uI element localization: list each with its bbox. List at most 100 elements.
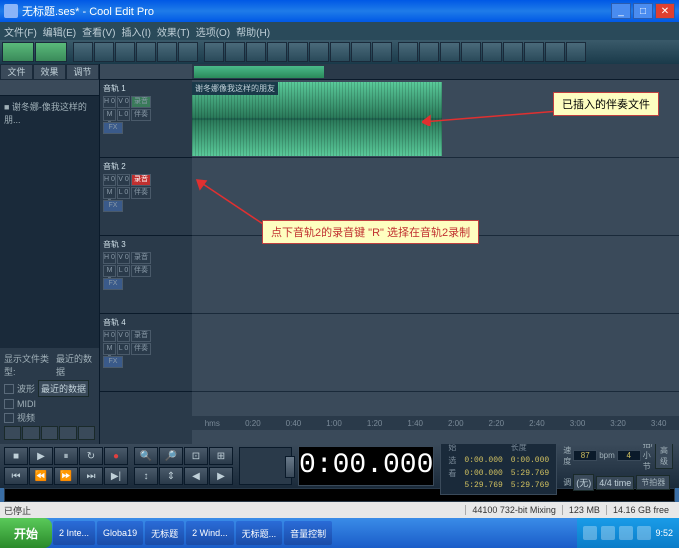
track3-fx[interactable]: FX <box>103 278 123 290</box>
tool-7-icon[interactable] <box>204 42 224 62</box>
track1-out[interactable]: 伴奏 <box>131 109 151 121</box>
play-to-end-button[interactable]: ▶| <box>104 467 128 485</box>
menu-view[interactable]: 查看(V) <box>82 24 115 39</box>
tab-favorites[interactable]: 调节 <box>66 64 99 80</box>
maximize-button[interactable]: □ <box>633 3 653 19</box>
chk-video[interactable] <box>4 413 14 423</box>
tool-12-icon[interactable] <box>309 42 329 62</box>
tool-22-icon[interactable] <box>524 42 544 62</box>
file-item[interactable]: ■ 谢冬娜-像我这样的朋... <box>2 98 97 128</box>
rewind-button[interactable]: ⏪ <box>29 467 53 485</box>
track4-h[interactable]: H 0 <box>103 330 116 342</box>
tool-21-icon[interactable] <box>503 42 523 62</box>
bpm-input[interactable] <box>573 450 597 461</box>
recent-select[interactable]: 最近的数据 <box>38 380 89 397</box>
track4-m[interactable]: M 0 <box>103 343 116 355</box>
tool-save-icon[interactable] <box>115 42 135 62</box>
tool-copy-icon[interactable] <box>136 42 156 62</box>
tool-9-icon[interactable] <box>246 42 266 62</box>
track3-h[interactable]: H 0 <box>103 252 116 264</box>
master-volume-slider[interactable] <box>239 447 292 485</box>
tool-23-icon[interactable] <box>545 42 565 62</box>
track-4-wave[interactable] <box>192 314 679 392</box>
tray-icon[interactable] <box>583 526 597 540</box>
tool-14-icon[interactable] <box>351 42 371 62</box>
tool-13-icon[interactable] <box>330 42 350 62</box>
track1-l[interactable]: L 0 <box>117 109 130 121</box>
zoom-out-v-button[interactable]: ⇕ <box>159 467 183 485</box>
tool-20-icon[interactable] <box>482 42 502 62</box>
key-select[interactable]: (无) <box>573 474 594 491</box>
track3-m[interactable]: M 0 <box>103 265 116 277</box>
mode-edit-button[interactable] <box>2 42 34 62</box>
metronome-button[interactable]: 节拍器 <box>636 475 670 490</box>
track2-v[interactable]: V 0 <box>117 174 130 186</box>
beat-input[interactable] <box>617 450 641 461</box>
tool-10-icon[interactable] <box>267 42 287 62</box>
mode-multitrack-button[interactable] <box>35 42 67 62</box>
minimize-button[interactable]: _ <box>611 3 631 19</box>
track1-h[interactable]: H 0 <box>103 96 116 108</box>
task-item-4[interactable]: 2 Wind... <box>186 521 234 545</box>
tool-19-icon[interactable] <box>461 42 481 62</box>
nav-2[interactable] <box>22 426 39 440</box>
pause-button[interactable]: ⏸ <box>54 447 78 465</box>
tool-11-icon[interactable] <box>288 42 308 62</box>
menu-insert[interactable]: 插入(I) <box>121 24 150 39</box>
go-start-button[interactable]: ⏮ <box>4 467 28 485</box>
track4-out[interactable]: 伴奏 <box>131 343 151 355</box>
track2-l[interactable]: L 0 <box>117 187 130 199</box>
menu-edit[interactable]: 编辑(E) <box>43 24 76 39</box>
track2-rec-button[interactable]: 录音 <box>131 174 151 186</box>
tool-8-icon[interactable] <box>225 42 245 62</box>
task-item-1[interactable]: 2 Inte... <box>53 521 95 545</box>
track4-fx[interactable]: FX <box>103 356 123 368</box>
task-item-2[interactable]: Globa19 <box>97 521 143 545</box>
tray-icon[interactable] <box>601 526 615 540</box>
play-loop-button[interactable]: ↻ <box>79 447 103 465</box>
track3-v[interactable]: V 0 <box>117 252 130 264</box>
track2-out[interactable]: 伴奏 <box>131 187 151 199</box>
track3-out[interactable]: 伴奏 <box>131 265 151 277</box>
track2-h[interactable]: H 0 <box>103 174 116 186</box>
track3-l[interactable]: L 0 <box>117 265 130 277</box>
waveform-area[interactable]: 谢冬娜像我这样的朋友 已插入的伴奏文件 点下音轨2的录音键 "R" 选择在音轨2… <box>192 64 679 444</box>
play-button[interactable]: ▶ <box>29 447 53 465</box>
track1-v[interactable]: V 0 <box>117 96 130 108</box>
tool-open-icon[interactable] <box>94 42 114 62</box>
track1-fx[interactable]: FX <box>103 122 123 134</box>
stop-button[interactable]: ■ <box>4 447 28 465</box>
sig-select[interactable]: 4/4 time <box>596 476 634 490</box>
forward-button[interactable]: ⏩ <box>54 467 78 485</box>
menu-effects[interactable]: 效果(T) <box>157 24 190 39</box>
tray-icon[interactable] <box>637 526 651 540</box>
task-item-6[interactable]: 音量控制 <box>284 521 332 545</box>
menu-options[interactable]: 选项(O) <box>196 24 230 39</box>
nav-1[interactable] <box>4 426 21 440</box>
track1-rec-button[interactable]: 录音 <box>131 96 151 108</box>
time-ruler[interactable]: hms0:200:401:001:201:402:002:202:403:003… <box>192 416 679 430</box>
chk-midi[interactable] <box>4 399 14 409</box>
zoom-in-v-button[interactable]: ↕ <box>134 467 158 485</box>
task-item-5[interactable]: 无标题... <box>236 521 283 545</box>
track2-fx[interactable]: FX <box>103 200 123 212</box>
zoom-left-button[interactable]: ◀ <box>184 467 208 485</box>
tool-new-icon[interactable] <box>73 42 93 62</box>
close-button[interactable]: ✕ <box>655 3 675 19</box>
menu-file[interactable]: 文件(F) <box>4 24 37 39</box>
advanced-button[interactable]: 高级 <box>655 443 673 469</box>
chk-wave[interactable] <box>4 384 14 394</box>
record-button[interactable]: ● <box>104 447 128 465</box>
track-3-wave[interactable] <box>192 236 679 314</box>
menu-help[interactable]: 帮助(H) <box>236 24 270 39</box>
tool-16-icon[interactable] <box>398 42 418 62</box>
zoom-sel-button[interactable]: ⊞ <box>209 447 233 465</box>
zoom-out-button[interactable]: 🔎 <box>159 447 183 465</box>
task-item-3[interactable]: 无标题 <box>145 521 184 545</box>
tool-15-icon[interactable] <box>372 42 392 62</box>
zoom-in-button[interactable]: 🔍 <box>134 447 158 465</box>
zoom-right-button[interactable]: ▶ <box>209 467 233 485</box>
tab-effects[interactable]: 效果 <box>33 64 66 80</box>
nav-4[interactable] <box>59 426 76 440</box>
overview-bar[interactable] <box>192 64 679 80</box>
